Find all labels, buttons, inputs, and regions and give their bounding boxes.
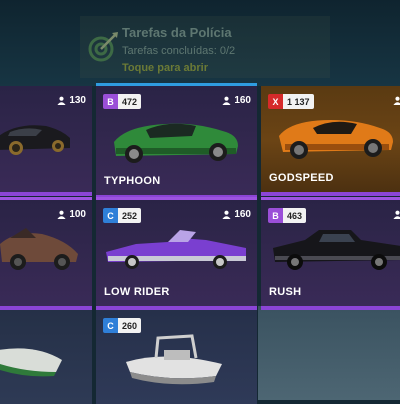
car-card-godspeed[interactable]: X 1 137 GODSPEED — [261, 86, 400, 196]
rarity-bar — [261, 306, 400, 310]
boat-image — [0, 348, 62, 377]
car-name: LOW RIDER — [104, 286, 170, 298]
rarity-bar — [261, 192, 400, 196]
car-card-rush[interactable]: B 463 RUSH — [261, 197, 400, 310]
car-card-typhoon[interactable]: B 472 160 TYPHOON — [96, 83, 257, 199]
police-tasks-banner[interactable]: Tarefas da Polícia Tarefas concluídas: 0… — [80, 16, 330, 78]
quest-title: Tarefas da Polícia — [122, 25, 232, 40]
car-name: RUSH — [269, 286, 302, 298]
boat-card[interactable] — [0, 310, 92, 404]
owner-count: 130 — [57, 95, 86, 106]
car-card[interactable]: 130 — [0, 86, 92, 196]
boat-card[interactable]: C 260 — [96, 310, 257, 404]
car-card-low-rider[interactable]: C 252 160 LOW RIDER — [96, 197, 257, 310]
quest-open-link[interactable]: Toque para abrir — [122, 62, 208, 74]
empty-slot-background — [258, 306, 400, 400]
car-name: TYPHOON — [104, 175, 161, 187]
car-name: GODSPEED — [269, 172, 334, 184]
person-icon — [57, 96, 66, 105]
car-image — [0, 228, 78, 270]
quest-progress: Tarefas concluídas: 0/2 — [122, 45, 236, 57]
boat-image — [126, 334, 222, 385]
car-card[interactable]: 100 — [0, 197, 92, 310]
target-arrow-icon — [88, 32, 118, 62]
owner-count-value: 130 — [69, 95, 86, 106]
rarity-bar — [0, 192, 92, 196]
